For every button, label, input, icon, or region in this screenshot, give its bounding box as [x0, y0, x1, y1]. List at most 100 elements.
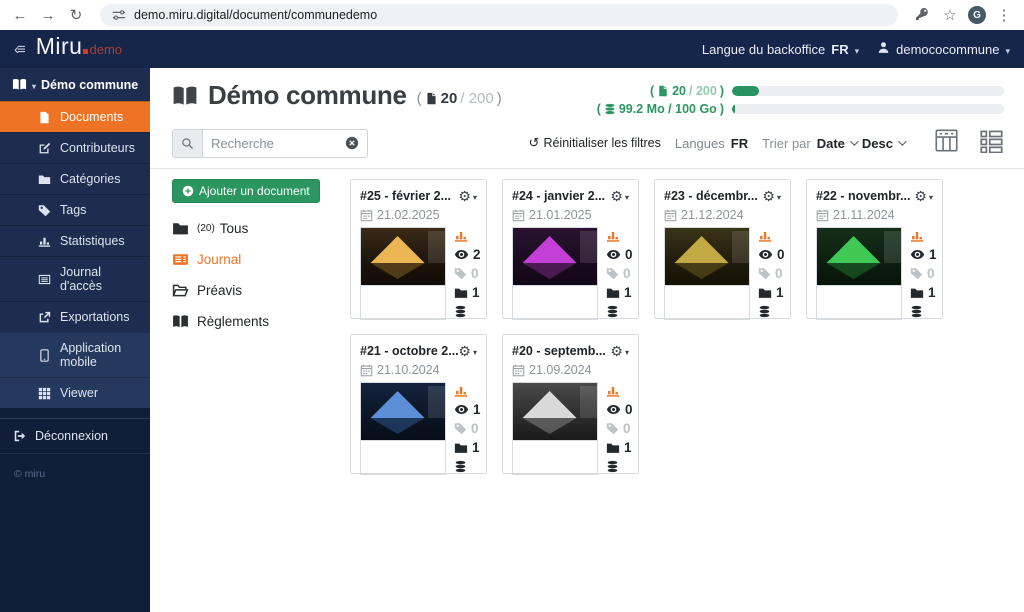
- views-stat: 1: [910, 246, 937, 263]
- backoffice-language-dropdown[interactable]: Langue du backoffice FR: [702, 42, 859, 57]
- address-bar[interactable]: demo.miru.digital/document/communedemo: [100, 4, 898, 26]
- folder-label: Règlements: [197, 314, 269, 329]
- document-card[interactable]: #22 - novembr... 21.11.2024: [806, 179, 943, 319]
- sidebar-collapse-icon[interactable]: ‹≡: [14, 41, 24, 58]
- document-card[interactable]: #20 - septemb... 21.09.2024: [502, 334, 639, 474]
- folders-stat: 1: [454, 284, 481, 301]
- card-thumbnail[interactable]: [360, 382, 446, 475]
- docs-progress-fill: [732, 86, 759, 96]
- logout-button[interactable]: Déconnexion: [0, 418, 150, 454]
- browser-menu-icon[interactable]: ⋮: [994, 8, 1014, 23]
- main-content: Démo commune ( 20 / 200 ) ( 20 / 200: [150, 68, 1024, 612]
- sidebar-item-statistiques[interactable]: Statistiques: [0, 225, 150, 256]
- languages-label: Langues: [675, 136, 725, 151]
- sidebar-item-categories[interactable]: Catégories: [0, 163, 150, 194]
- paren: ): [720, 84, 724, 98]
- languages-filter: Langues FR: [675, 136, 748, 151]
- card-settings-gear-icon[interactable]: [458, 187, 477, 205]
- card-settings-gear-icon[interactable]: [610, 342, 629, 360]
- sort-direction-dropdown[interactable]: Desc: [862, 136, 904, 151]
- chevron-down-icon: [473, 187, 477, 205]
- docs-quota-label: ( 20 / 200 ): [584, 84, 724, 98]
- folder-item-preavis[interactable]: Préavis: [172, 275, 324, 306]
- thumbnail-caption: [817, 285, 901, 295]
- reset-filters-button[interactable]: Réinitialiser les filtres: [529, 135, 661, 151]
- password-key-icon[interactable]: [912, 7, 932, 24]
- count-current: 20: [441, 90, 458, 107]
- database-icon: [454, 460, 467, 473]
- paren: (: [597, 102, 601, 116]
- document-card[interactable]: #25 - février 2... 21.02.2025: [350, 179, 487, 319]
- thumbnail-caption: [665, 285, 749, 295]
- browser-reload-button[interactable]: ↻: [66, 8, 86, 23]
- stats-chart-icon[interactable]: [606, 227, 633, 244]
- folder-icon: [454, 286, 468, 300]
- grid-view-toggle[interactable]: [934, 128, 959, 158]
- thumbnail-caption: [361, 285, 445, 295]
- folder-icon: [606, 441, 620, 455]
- document-card[interactable]: #21 - octobre 2... 21.10.2024: [350, 334, 487, 474]
- chevron-down-icon: [898, 137, 906, 145]
- language-fr-toggle[interactable]: FR: [731, 136, 748, 151]
- card-thumbnail[interactable]: [816, 227, 902, 320]
- folders-panel: Ajouter un document (20) Tous Journal Pr: [172, 179, 324, 474]
- bookmark-star-icon[interactable]: ☆: [940, 8, 960, 23]
- sidebar-item-journal-acces[interactable]: Journal d'accès: [0, 256, 150, 301]
- sidebar-item-tags[interactable]: Tags: [0, 194, 150, 225]
- storage-stat: [758, 303, 785, 320]
- stats-chart-icon[interactable]: [910, 227, 937, 244]
- search-input[interactable]: [211, 136, 345, 151]
- storage-progress-bar: [732, 104, 1004, 114]
- browser-profile-avatar[interactable]: G: [968, 6, 986, 24]
- card-settings-gear-icon[interactable]: [610, 187, 629, 205]
- sidebar-item-viewer[interactable]: Viewer: [0, 377, 150, 408]
- card-settings-gear-icon[interactable]: [458, 342, 477, 360]
- folder-label: Journal: [197, 252, 241, 267]
- card-thumbnail[interactable]: [512, 382, 598, 475]
- folder-item-journal[interactable]: Journal: [172, 244, 324, 275]
- card-title: #23 - décembr...: [664, 189, 758, 203]
- folder-icon: [38, 173, 51, 186]
- browser-forward-button[interactable]: →: [38, 8, 58, 23]
- miru-logo[interactable]: Miru demo: [36, 33, 122, 66]
- reset-filters-label: Réinitialiser les filtres: [543, 136, 660, 150]
- folders-count: 1: [472, 440, 480, 455]
- sidebar-item-exportations[interactable]: Exportations: [0, 301, 150, 332]
- card-thumbnail[interactable]: [512, 227, 598, 320]
- card-stats: 0 0 1: [606, 382, 633, 475]
- add-document-label: Ajouter un document: [199, 184, 310, 198]
- stats-chart-icon[interactable]: [454, 382, 481, 399]
- views-stat: 1: [454, 401, 481, 418]
- sort-controls: Trier par Date Desc: [762, 136, 904, 151]
- stats-chart-icon[interactable]: [606, 382, 633, 399]
- tags-count: 0: [471, 266, 479, 281]
- newspaper-icon: [172, 251, 189, 268]
- folder-item-reglements[interactable]: Règlements: [172, 306, 324, 337]
- sort-field-dropdown[interactable]: Date: [817, 136, 856, 151]
- sidebar: Démo commune Documents Contributeurs Cat…: [0, 68, 150, 612]
- card-title: #20 - septemb...: [512, 344, 606, 358]
- card-thumbnail[interactable]: [664, 227, 750, 320]
- clear-search-icon[interactable]: [345, 136, 359, 150]
- stats-chart-icon[interactable]: [758, 227, 785, 244]
- workspace-selector[interactable]: Démo commune: [0, 68, 150, 101]
- sidebar-item-documents[interactable]: Documents: [0, 101, 150, 132]
- browser-back-button[interactable]: ←: [10, 8, 30, 23]
- add-document-button[interactable]: Ajouter un document: [172, 179, 320, 203]
- list-view-toggle[interactable]: [979, 128, 1004, 158]
- page-title: Démo commune: [208, 80, 407, 111]
- document-card[interactable]: #23 - décembr... 21.12.2024: [654, 179, 791, 319]
- card-settings-gear-icon[interactable]: [914, 187, 933, 205]
- site-settings-icon[interactable]: [112, 8, 126, 22]
- tag-icon: [606, 422, 619, 435]
- sidebar-item-application-mobile[interactable]: Application mobile: [0, 332, 150, 377]
- folder-label: Tous: [220, 221, 249, 236]
- card-thumbnail[interactable]: [360, 227, 446, 320]
- document-card[interactable]: #24 - janvier 2... 21.01.2025: [502, 179, 639, 319]
- sidebar-item-contributeurs[interactable]: Contributeurs: [0, 132, 150, 163]
- card-settings-gear-icon[interactable]: [762, 187, 781, 205]
- stats-chart-icon[interactable]: [454, 227, 481, 244]
- tags-count: 0: [623, 266, 631, 281]
- folder-item-tous[interactable]: (20) Tous: [172, 213, 324, 244]
- user-account-dropdown[interactable]: demococommune: [877, 41, 1010, 57]
